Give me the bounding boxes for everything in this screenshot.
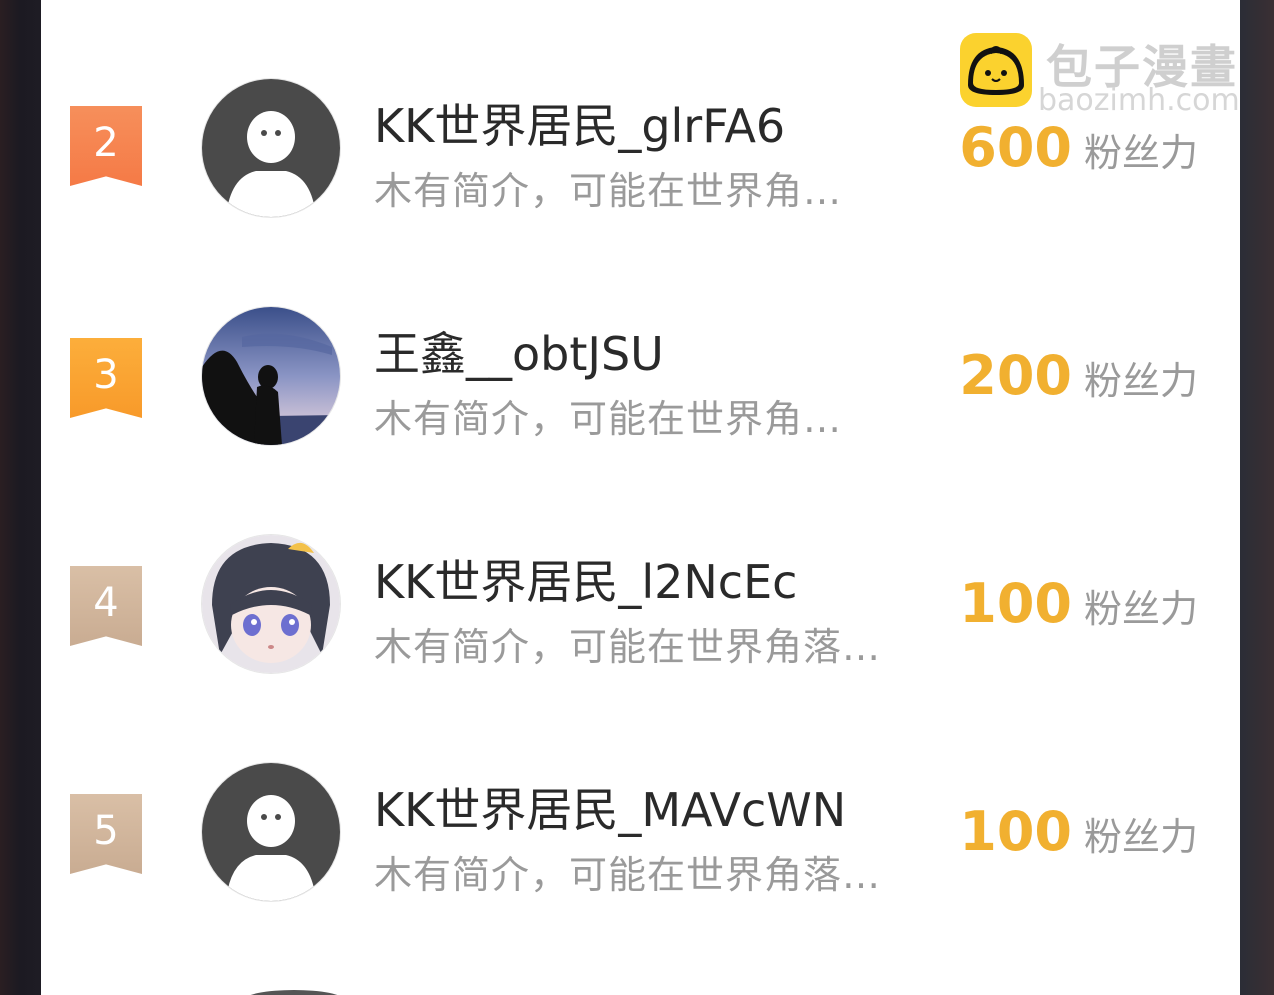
fans-unit: 粉丝力 [1083,815,1198,859]
fans-unit: 粉丝力 [1083,131,1198,175]
user-bio: 木有简介，可能在世界角… [374,169,843,213]
fans-number: 100 [959,572,1072,635]
anime-avatar-image [202,535,340,673]
fans-number: 600 [959,116,1072,179]
user-name[interactable]: 王鑫__obtJSU [374,318,664,384]
user-bio: 木有简介，可能在世界角… [374,397,843,441]
avatar[interactable] [202,535,340,673]
list-item[interactable]: 5 KK世界居民_MAVcWN 木有简介，可能在世界角落… 100 粉丝力 [41,728,1240,956]
user-name[interactable]: KK世界居民_MAVcWN [374,774,846,840]
list-item[interactable]: 4 KK世界居民_l2NcEc 木有简介，可能在世界角落… 100 粉丝力 [41,500,1240,728]
ranking-panel: 2 KK世界居民_glrFA6 木有简介，可能在世界角… 600 粉丝力 3 王… [41,0,1240,995]
user-name[interactable]: KK世界居民_glrFA6 [374,90,785,156]
fans-score: 200 粉丝力 [959,344,1198,407]
default-avatar-icon [202,79,340,217]
fans-score: 100 粉丝力 [959,800,1198,863]
fans-number: 200 [959,344,1072,407]
fans-number: 100 [959,800,1072,863]
watermark-url: baozimh.com [1038,83,1240,118]
rank-badge: 5 [70,794,142,874]
avatar[interactable] [202,307,340,445]
fans-score: 600 粉丝力 [959,116,1198,179]
list-item[interactable]: 3 王鑫__obtJSU 木有简介，可能在世界角… 200 粉丝力 [41,272,1240,500]
fans-unit: 粉丝力 [1083,587,1198,631]
user-bio: 木有简介，可能在世界角落… [374,853,882,897]
watermark: 包子漫畫 baozimh.com [960,33,1240,118]
rank-badge: 2 [70,106,142,186]
rank-badge: 4 [70,566,142,646]
next-avatar-peek [244,990,344,995]
user-bio: 木有简介，可能在世界角落… [374,625,882,669]
bun-logo-icon [960,33,1032,107]
user-name[interactable]: KK世界居民_l2NcEc [374,546,797,612]
avatar[interactable] [202,79,340,217]
fans-score: 100 粉丝力 [959,572,1198,635]
avatar[interactable] [202,763,340,901]
default-avatar-icon [202,763,340,901]
rank-badge: 3 [70,338,142,418]
fans-unit: 粉丝力 [1083,359,1198,403]
photo-avatar-image [202,307,340,445]
